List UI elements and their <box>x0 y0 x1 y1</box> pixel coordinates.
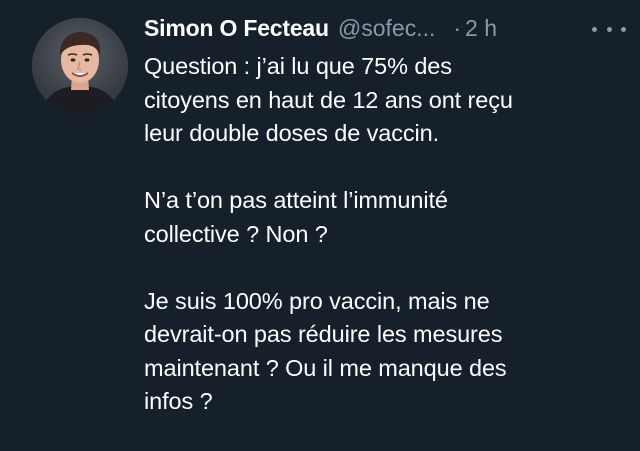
avatar[interactable] <box>32 18 128 114</box>
more-dot <box>606 26 612 32</box>
tweet-line: maintenant ? Ou il me manque des <box>144 354 507 381</box>
tweet-line: N’a t’on pas atteint l’immunité <box>144 187 448 213</box>
more-options-icon[interactable] <box>592 22 626 36</box>
tweet-line: devrait-on pas réduire les mesures <box>144 321 503 347</box>
author-handle[interactable]: @sofec... <box>338 10 436 46</box>
tweet-line: collective ? Non ? <box>144 220 328 247</box>
tweet-line: infos ? <box>144 388 213 414</box>
tweet-line: citoyens en haut de 12 ans ont reçu <box>144 86 513 113</box>
more-dot <box>621 26 626 32</box>
tweet-paragraph: N’a t’on pas atteint l’immunité collecti… <box>144 184 624 251</box>
tweet-content: Simon O Fecteau @sofec... · 2 h Question… <box>144 10 624 419</box>
tweet-header: Simon O Fecteau @sofec... · 2 h <box>144 10 624 46</box>
tweet-line: Question : j’ai lu que 75% des <box>144 53 452 79</box>
separator-dot: · <box>453 15 462 41</box>
tweet-text: Question : j’ai lu que 75% des citoyens … <box>144 50 624 419</box>
tweet-line: leur double doses de vaccin. <box>144 120 440 146</box>
author-display-name[interactable]: Simon O Fecteau <box>144 10 329 46</box>
tweet-paragraph: Question : j’ai lu que 75% des citoyens … <box>144 50 624 151</box>
tweet[interactable]: Simon O Fecteau @sofec... · 2 h Question… <box>0 0 640 451</box>
more-dot <box>592 26 597 32</box>
tweet-timestamp[interactable]: 2 h <box>465 10 497 46</box>
tweet-paragraph: Je suis 100% pro vaccin, mais ne devrait… <box>144 285 624 419</box>
tweet-line: Je suis 100% pro vaccin, mais ne <box>144 287 490 314</box>
avatar-photo <box>32 18 128 114</box>
